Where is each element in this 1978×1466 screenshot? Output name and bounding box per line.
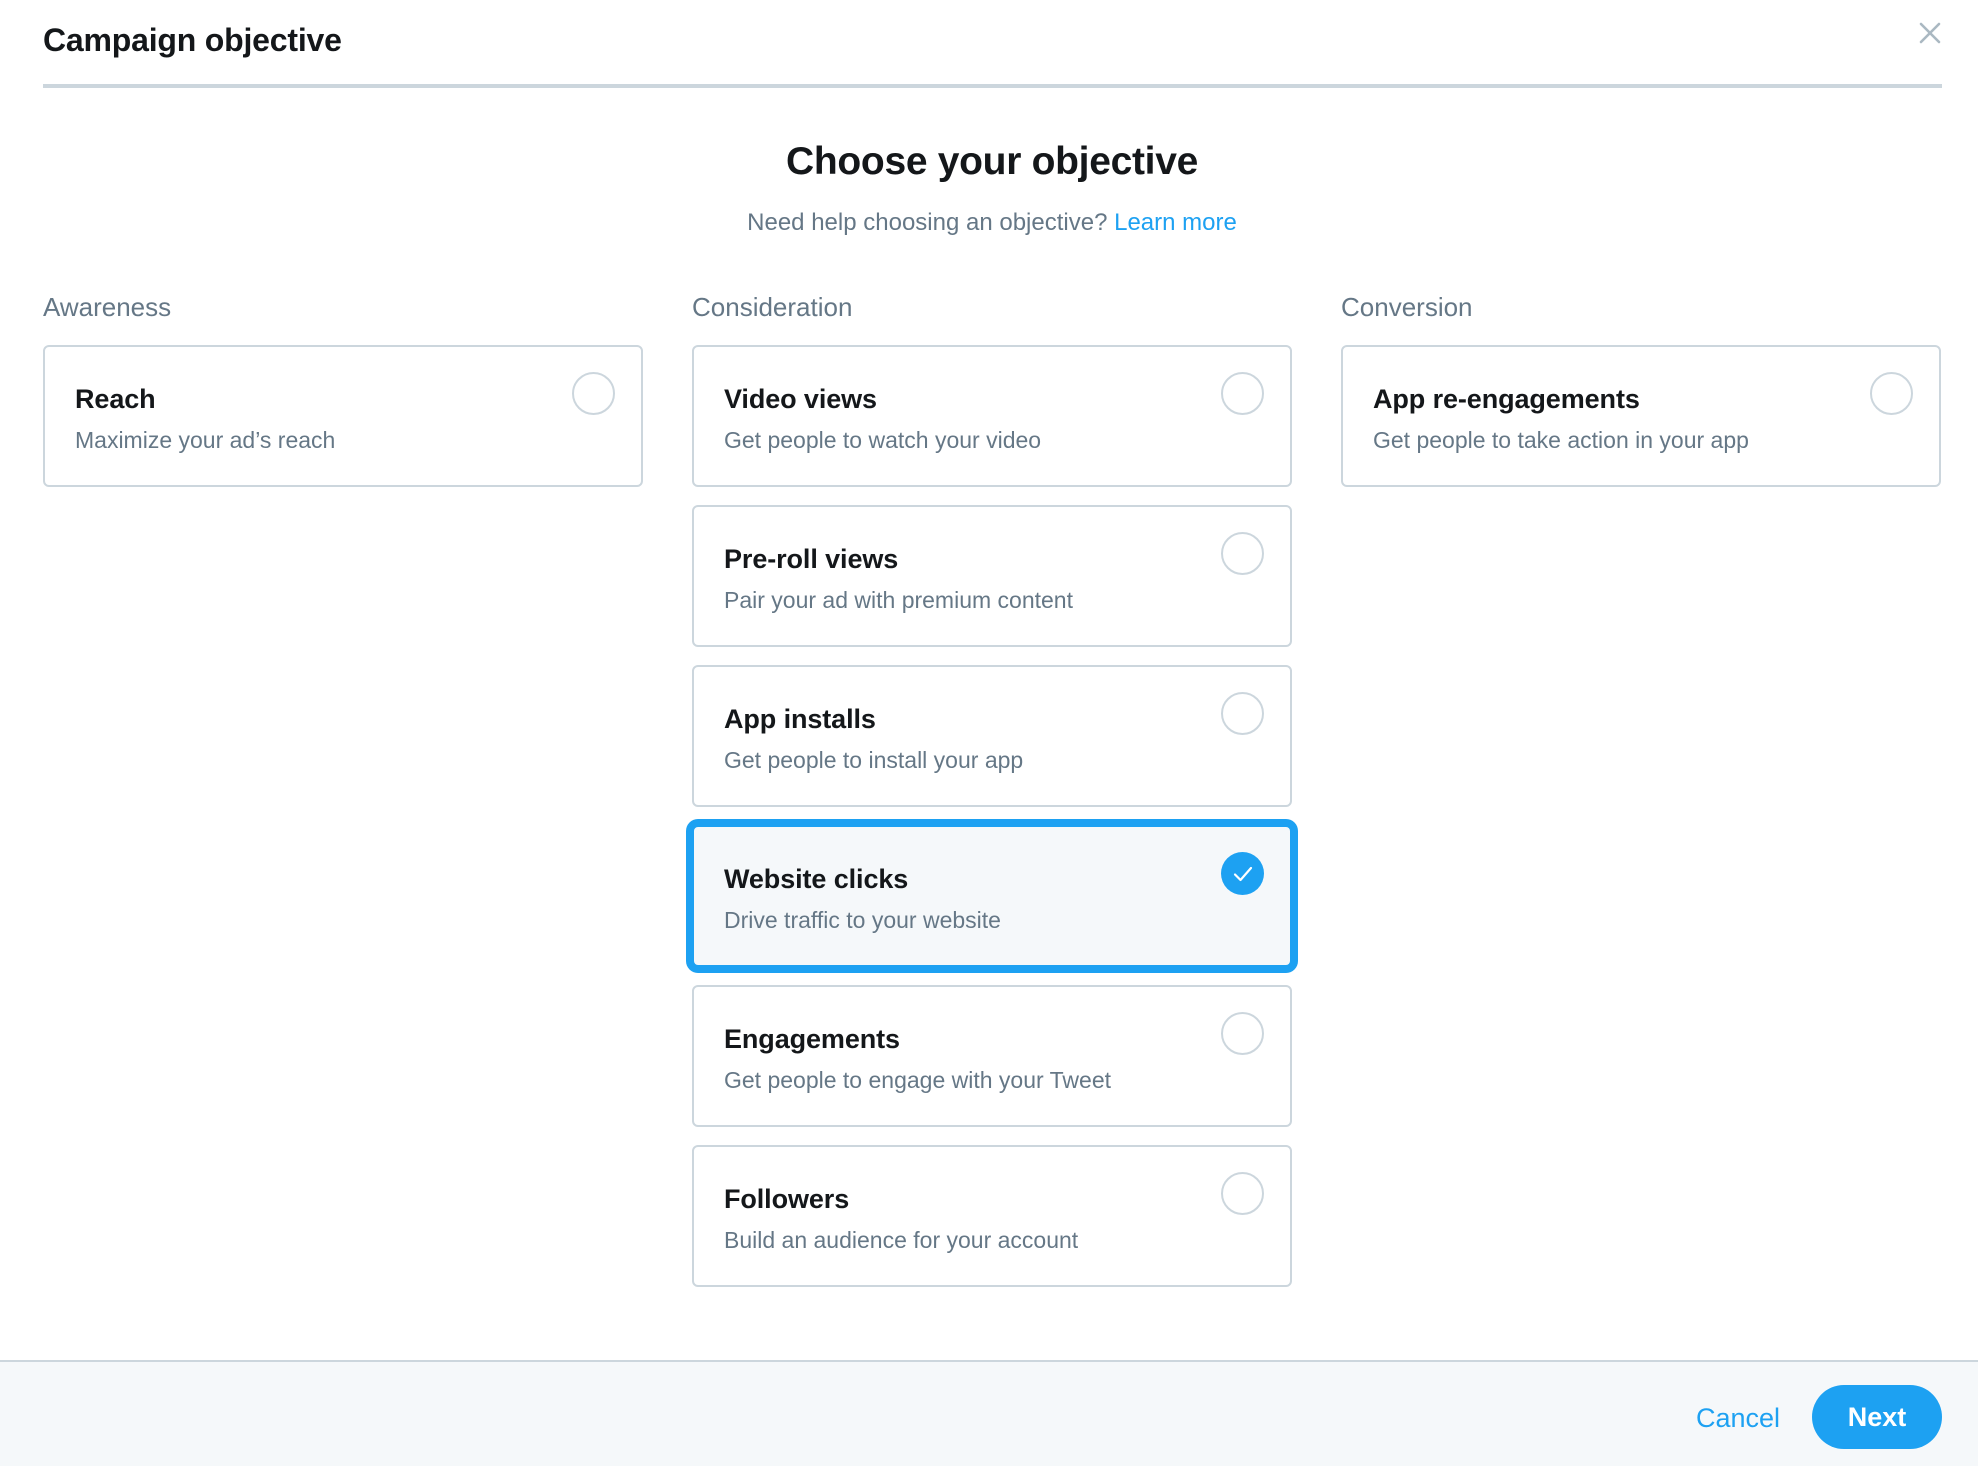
column-awareness: Awareness Reach Maximize your ad’s reach <box>43 290 643 505</box>
card-description: Get people to engage with your Tweet <box>724 1067 1112 1093</box>
objective-card-video-views[interactable]: Video views Get people to watch your vid… <box>692 345 1292 487</box>
radio-unchecked-icon[interactable] <box>1870 372 1913 415</box>
main-heading: Choose your objective <box>786 140 1198 183</box>
card-title: App installs <box>724 704 876 734</box>
column-label: Awareness <box>43 292 172 322</box>
objective-card-followers[interactable]: Followers Build an audience for your acc… <box>692 1145 1292 1287</box>
card-description: Pair your ad with premium content <box>724 587 1073 613</box>
card-description: Maximize your ad’s reach <box>75 427 336 453</box>
radio-unchecked-icon[interactable] <box>1221 372 1264 415</box>
close-icon <box>1919 22 1941 44</box>
card-title: Website clicks <box>724 864 909 894</box>
objective-card-reach[interactable]: Reach Maximize your ad’s reach <box>43 345 643 487</box>
radio-checked[interactable] <box>1221 852 1264 895</box>
radio-unchecked-icon[interactable] <box>1221 1172 1264 1215</box>
column-consideration: Consideration Video views Get people to … <box>692 290 1292 1305</box>
card-title: Reach <box>75 384 156 414</box>
radio-unchecked-icon[interactable] <box>1221 692 1264 735</box>
help-text: Need help choosing an objective? <box>747 209 1108 236</box>
checkmark-icon <box>1233 866 1252 881</box>
card-title: Video views <box>724 384 877 414</box>
card-title: Engagements <box>724 1024 900 1054</box>
objective-card-app-re-engagements[interactable]: App re-engagements Get people to take ac… <box>1341 345 1941 487</box>
card-description: Get people to take action in your app <box>1373 427 1749 453</box>
objective-card-pre-roll-views[interactable]: Pre-roll views Pair your ad with premium… <box>692 505 1292 647</box>
card-title: Pre-roll views <box>724 544 899 574</box>
radio-unchecked-icon[interactable] <box>572 372 615 415</box>
card-description: Get people to watch your video <box>724 427 1042 453</box>
help-line: Need help choosing an objective? Learn m… <box>0 207 1978 239</box>
card-description: Build an audience for your account <box>724 1227 1079 1253</box>
column-conversion: Conversion App re-engagements Get people… <box>1341 290 1941 505</box>
column-label: Consideration <box>692 292 853 322</box>
campaign-objective-dialog: Campaign objective Choose your objective… <box>0 0 1978 1466</box>
objective-card-engagements[interactable]: Engagements Get people to engage with yo… <box>692 985 1292 1127</box>
radio-unchecked-icon[interactable] <box>1221 1012 1264 1055</box>
objective-card-app-installs[interactable]: App installs Get people to install your … <box>692 665 1292 807</box>
next-button[interactable]: Next <box>1812 1385 1942 1449</box>
header-divider <box>43 84 1942 88</box>
dialog-footer: Cancel Next <box>0 1360 1978 1466</box>
close-button[interactable] <box>1914 17 1946 49</box>
objective-card-website-clicks[interactable]: Website clicks Drive traffic to your web… <box>692 825 1292 967</box>
card-title: App re-engagements <box>1373 384 1640 414</box>
card-description: Get people to install your app <box>724 747 1024 773</box>
card-description: Drive traffic to your website <box>724 907 1001 933</box>
card-title: Followers <box>724 1184 850 1214</box>
cancel-button[interactable]: Cancel <box>1690 1386 1786 1450</box>
dialog-title: Campaign objective <box>43 22 342 58</box>
learn-more-link[interactable]: Learn more <box>1114 209 1237 236</box>
column-label: Conversion <box>1341 292 1473 322</box>
radio-unchecked-icon[interactable] <box>1221 532 1264 575</box>
